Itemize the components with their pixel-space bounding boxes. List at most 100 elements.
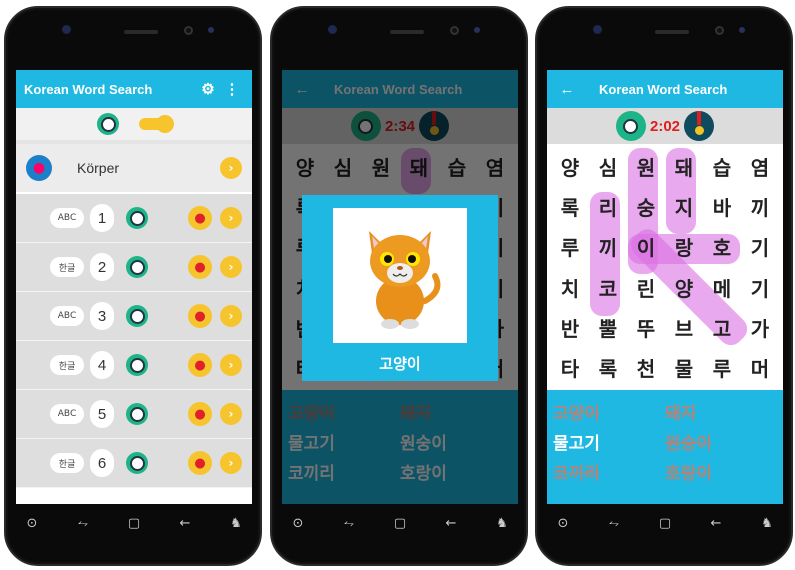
nav-extra-icon[interactable]: ⊙ [20,516,44,531]
grid-cell[interactable]: 루 [703,348,741,388]
grid-cell[interactable]: 심 [589,146,627,186]
level-row[interactable]: 한글 4 ● › [16,341,252,390]
word-dialog[interactable]: 고양이 [302,195,498,381]
level-row[interactable]: ABC 1 ● › [16,194,252,243]
grid-cell[interactable]: 치 [551,267,589,307]
iris-sensor [208,27,214,33]
assist-icon[interactable]: ♞ [490,516,514,531]
nav-extra-icon[interactable]: ⊙ [286,516,310,531]
more-options-icon[interactable]: ⋮ [220,80,244,98]
grid-cell[interactable]: 록 [551,186,589,226]
grid-cell[interactable]: 원 [627,146,665,186]
home-icon[interactable]: ▢ [388,516,412,531]
phone-2: ← Korean Word Search 2:34 양심원돼습염록리숭지바끼루끼… [270,6,528,566]
grid-cell[interactable]: 기 [741,227,779,267]
grid-cell[interactable]: 돼 [665,146,703,186]
target-word: 원숭이 [665,433,712,454]
phone-3: ← Korean Word Search 2:02 양심원돼습염록리숭지바끼루끼… [535,6,793,566]
stopwatch-icon [126,207,148,229]
grid-cell[interactable]: 천 [627,348,665,388]
grid-cell[interactable]: 뚜 [627,307,665,347]
language-badge: ABC [50,208,84,228]
chevron-right-icon[interactable]: › [220,256,242,278]
grid-cell[interactable]: 물 [665,348,703,388]
grid-cell[interactable]: 브 [665,307,703,347]
stopwatch-icon [615,111,646,141]
level-number: 5 [90,400,114,428]
grid-cell[interactable]: 린 [627,267,665,307]
grid-cell[interactable]: 반 [551,307,589,347]
grid-cell[interactable]: 기 [741,267,779,307]
category-row[interactable]: ● Körper › [16,144,252,194]
grid-cell[interactable]: 가 [741,307,779,347]
screen-game-dialog: ← Korean Word Search 2:34 양심원돼습염록리숭지바끼루끼… [282,70,518,504]
app-title: Korean Word Search [24,81,153,97]
home-icon[interactable]: ▢ [653,516,677,531]
iris-sensor [739,27,745,33]
stopwatch-icon [97,113,119,135]
level-row[interactable]: 한글 2 ● › [16,243,252,292]
grid-cell[interactable]: 숭 [627,186,665,226]
recent-apps-icon[interactable]: ⥊ [337,516,361,531]
grid-cell[interactable]: 록 [589,348,627,388]
apple-icon: ● [188,304,212,328]
chevron-right-icon[interactable]: › [220,403,242,425]
language-badge: 한글 [50,257,84,277]
chevron-right-icon[interactable]: › [220,452,242,474]
nav-extra-icon[interactable]: ⊙ [551,516,575,531]
chevron-right-icon[interactable]: › [220,305,242,327]
recent-apps-icon[interactable]: ⥊ [71,516,95,531]
timer-toggle[interactable] [139,115,174,133]
system-nav-bar: ⊙ ⥊ ▢ ← ♞ [16,508,252,538]
target-word: 고양이 [553,403,600,424]
assist-icon[interactable]: ♞ [224,516,248,531]
stopwatch-icon [126,452,148,474]
iris-sensor [474,27,480,33]
grid-cell[interactable]: 양 [665,267,703,307]
level-row[interactable]: ABC 5 ● › [16,390,252,439]
grid-cell[interactable]: 코 [589,267,627,307]
grid-cell[interactable]: 리 [589,186,627,226]
grid-cell[interactable]: 습 [703,146,741,186]
settings-icon[interactable]: ⚙ [196,80,220,98]
apple-icon: ● [188,353,212,377]
grid-cell[interactable]: 바 [703,186,741,226]
home-icon[interactable]: ▢ [122,516,146,531]
chevron-right-icon[interactable]: › [220,207,242,229]
timer-toggle-bar [16,108,252,144]
back-nav-icon[interactable]: ← [704,516,728,531]
grid-cell[interactable]: 타 [551,348,589,388]
grid-cell[interactable]: 양 [551,146,589,186]
recent-apps-icon[interactable]: ⥊ [602,516,626,531]
grid-cell[interactable]: 루 [551,227,589,267]
grid-cell[interactable]: 지 [665,186,703,226]
app-bar: ← Korean Word Search [547,70,783,108]
back-arrow-icon[interactable]: ← [555,81,579,98]
medal-icon [684,111,715,141]
grid-cell[interactable]: 랑 [665,227,703,267]
chevron-right-icon[interactable]: › [220,354,242,376]
speaker [390,30,424,34]
grid-cell[interactable]: 메 [703,267,741,307]
level-row[interactable]: 한글 6 ● › [16,439,252,488]
language-badge: 한글 [50,453,84,473]
grid-cell[interactable]: 머 [741,348,779,388]
chevron-right-icon[interactable]: › [220,157,242,179]
assist-icon[interactable]: ♞ [755,516,779,531]
grid-cell[interactable]: 고 [703,307,741,347]
letter-grid[interactable]: 양심원돼습염록리숭지바끼루끼이랑호기치코린양메기반뿔뚜브고가타록천물루머 [547,144,783,390]
phone-1: Korean Word Search ⚙ ⋮ ● Körper › ABC 1 … [4,6,262,566]
grid-cell[interactable]: 호 [703,227,741,267]
speaker [124,30,158,34]
apple-icon: ● [188,206,212,230]
grid-cell[interactable]: 염 [741,146,779,186]
grid-cell[interactable]: 끼 [589,227,627,267]
back-nav-icon[interactable]: ← [173,516,197,531]
level-row[interactable]: ABC 3 ● › [16,292,252,341]
grid-cell[interactable]: 끼 [741,186,779,226]
grid-cell[interactable]: 이 [627,227,665,267]
timer-bar: 2:02 [547,108,783,144]
back-nav-icon[interactable]: ← [439,516,463,531]
front-camera [328,25,337,34]
grid-cell[interactable]: 뿔 [589,307,627,347]
